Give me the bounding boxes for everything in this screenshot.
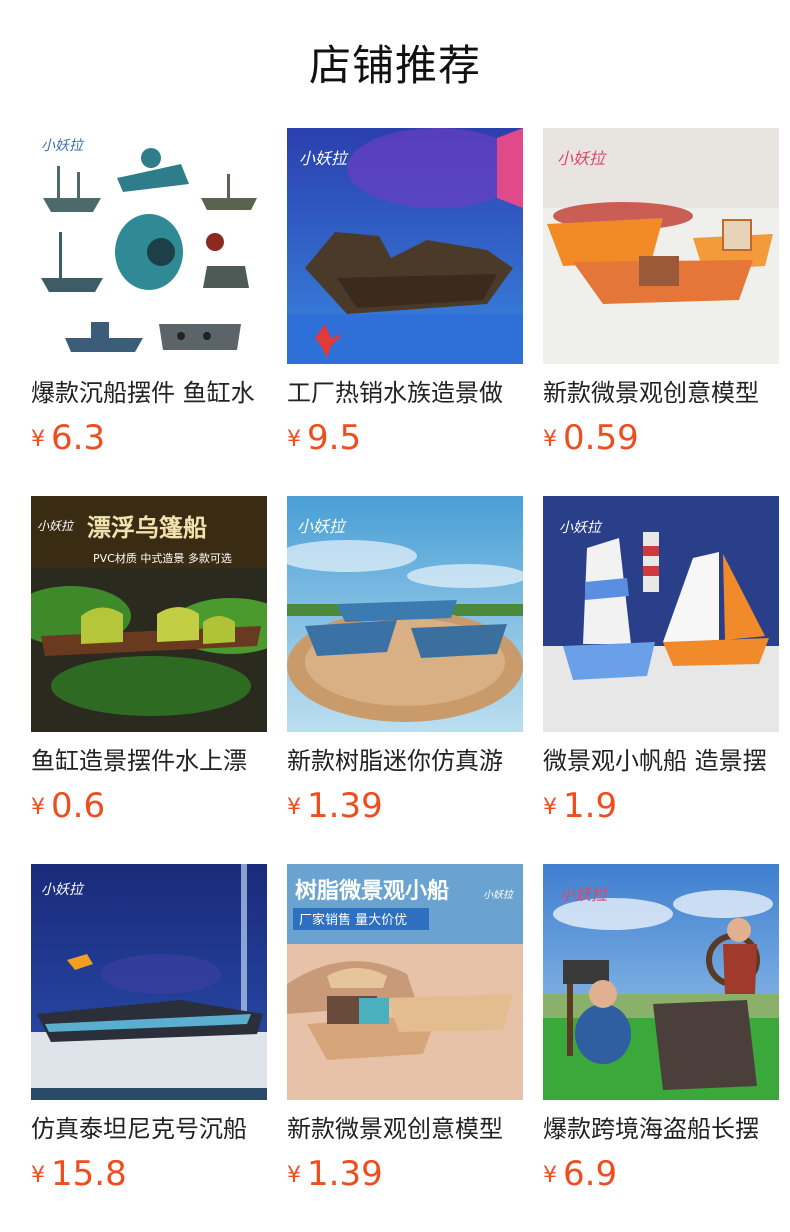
- product-card[interactable]: 树脂微景观小船 厂家销售 量大价优 小妖拉 新款微景观创意模型 ¥1.39: [287, 864, 523, 1204]
- price-value: 6.9: [563, 1154, 618, 1194]
- banner-subtitle: PVC材质 中式造景 多款可选: [93, 551, 232, 565]
- currency-symbol: ¥: [543, 795, 557, 820]
- product-price: ¥1.39: [287, 784, 383, 828]
- product-image[interactable]: 小妖拉: [287, 496, 523, 732]
- blue-yachts-image: 小妖拉: [287, 496, 523, 732]
- product-card[interactable]: 小妖拉 新款树脂迷你仿真游 ¥1.39: [287, 496, 523, 836]
- banner-title: 漂浮乌篷船: [87, 514, 207, 542]
- product-price: ¥9.5: [287, 416, 361, 460]
- currency-symbol: ¥: [31, 795, 45, 820]
- price-value: 9.5: [307, 418, 362, 458]
- product-name[interactable]: 工厂热销水族造景做: [287, 376, 523, 410]
- brand-watermark: 小妖拉: [559, 885, 609, 904]
- brand-watermark: 小妖拉: [41, 138, 85, 154]
- shipwreck-collection-image: 小妖拉: [31, 128, 267, 364]
- price-value: 15.8: [51, 1154, 127, 1194]
- brand-watermark: 小妖拉: [557, 149, 607, 168]
- pirate-ship-coral-image: 小妖拉: [287, 128, 523, 364]
- product-name[interactable]: 新款微景观创意模型: [543, 376, 779, 410]
- product-name[interactable]: 鱼缸造景摆件水上漂: [31, 744, 267, 778]
- product-image[interactable]: 树脂微景观小船 厂家销售 量大价优 小妖拉: [287, 864, 523, 1100]
- product-price: ¥15.8: [31, 1152, 127, 1196]
- currency-symbol: ¥: [543, 1163, 557, 1188]
- product-name[interactable]: 新款微景观创意模型: [287, 1112, 523, 1146]
- product-image[interactable]: 漂浮乌篷船 PVC材质 中式造景 多款可选 小妖拉: [31, 496, 267, 732]
- product-price: ¥0.59: [543, 416, 639, 460]
- product-price: ¥6.3: [31, 416, 105, 460]
- banner-subtitle: 厂家销售 量大价优: [299, 912, 407, 928]
- product-card[interactable]: 小妖拉 新款微景观创意模型 ¥0.59: [543, 128, 779, 468]
- product-card[interactable]: 小妖拉 爆款沉船摆件 鱼缸水 ¥6.3: [31, 128, 267, 468]
- price-value: 0.59: [563, 418, 639, 458]
- product-name[interactable]: 仿真泰坦尼克号沉船: [31, 1112, 267, 1146]
- product-card[interactable]: 小妖拉 爆款跨境海盗船长摆 ¥6.9: [543, 864, 779, 1204]
- brand-watermark: 小妖拉: [559, 520, 603, 536]
- brand-watermark: 小妖拉: [41, 882, 85, 898]
- currency-symbol: ¥: [31, 1163, 45, 1188]
- price-value: 0.6: [51, 786, 106, 826]
- currency-symbol: ¥: [287, 795, 301, 820]
- product-price: ¥6.9: [543, 1152, 617, 1196]
- currency-symbol: ¥: [31, 427, 45, 452]
- product-name[interactable]: 爆款沉船摆件 鱼缸水: [31, 376, 267, 410]
- product-name[interactable]: 新款树脂迷你仿真游: [287, 744, 523, 778]
- price-value: 6.3: [51, 418, 106, 458]
- product-price: ¥1.39: [287, 1152, 383, 1196]
- product-card[interactable]: 小妖拉 工厂热销水族造景做 ¥9.5: [287, 128, 523, 468]
- brand-watermark: 小妖拉: [297, 517, 347, 536]
- pirate-captain-image: 小妖拉: [543, 864, 779, 1100]
- product-price: ¥0.6: [31, 784, 105, 828]
- currency-symbol: ¥: [543, 427, 557, 452]
- currency-symbol: ¥: [287, 427, 301, 452]
- brand-watermark: 小妖拉: [483, 889, 515, 901]
- price-value: 1.9: [563, 786, 618, 826]
- product-image[interactable]: 小妖拉: [31, 864, 267, 1100]
- banner-title: 树脂微景观小船: [295, 878, 449, 904]
- product-card[interactable]: 漂浮乌篷船 PVC材质 中式造景 多款可选 小妖拉 鱼缸造景摆件水上漂 ¥0.6: [31, 496, 267, 836]
- titanic-wreck-image: 小妖拉: [31, 864, 267, 1100]
- price-value: 1.39: [307, 1154, 383, 1194]
- product-image[interactable]: 小妖拉: [543, 128, 779, 364]
- product-name[interactable]: 微景观小帆船 造景摆: [543, 744, 779, 778]
- product-image[interactable]: 小妖拉: [287, 128, 523, 364]
- brand-watermark: 小妖拉: [299, 149, 349, 168]
- orange-boats-image: 小妖拉: [543, 128, 779, 364]
- product-card[interactable]: 小妖拉 仿真泰坦尼克号沉船 ¥15.8: [31, 864, 267, 1204]
- product-image[interactable]: 小妖拉: [543, 496, 779, 732]
- resin-boats-image: 树脂微景观小船 厂家销售 量大价优 小妖拉: [287, 864, 523, 1100]
- product-card[interactable]: 小妖拉 微景观小帆船 造景摆 ¥1.9: [543, 496, 779, 836]
- product-price: ¥1.9: [543, 784, 617, 828]
- wupeng-boats-image: 漂浮乌篷船 PVC材质 中式造景 多款可选 小妖拉: [31, 496, 267, 732]
- price-value: 1.39: [307, 786, 383, 826]
- page-title: 店铺推荐: [308, 41, 481, 90]
- product-image[interactable]: 小妖拉: [31, 128, 267, 364]
- currency-symbol: ¥: [287, 1163, 301, 1188]
- product-image[interactable]: 小妖拉: [543, 864, 779, 1100]
- brand-watermark: 小妖拉: [37, 519, 75, 533]
- product-name[interactable]: 爆款跨境海盗船长摆: [543, 1112, 779, 1146]
- sailboats-image: 小妖拉: [543, 496, 779, 732]
